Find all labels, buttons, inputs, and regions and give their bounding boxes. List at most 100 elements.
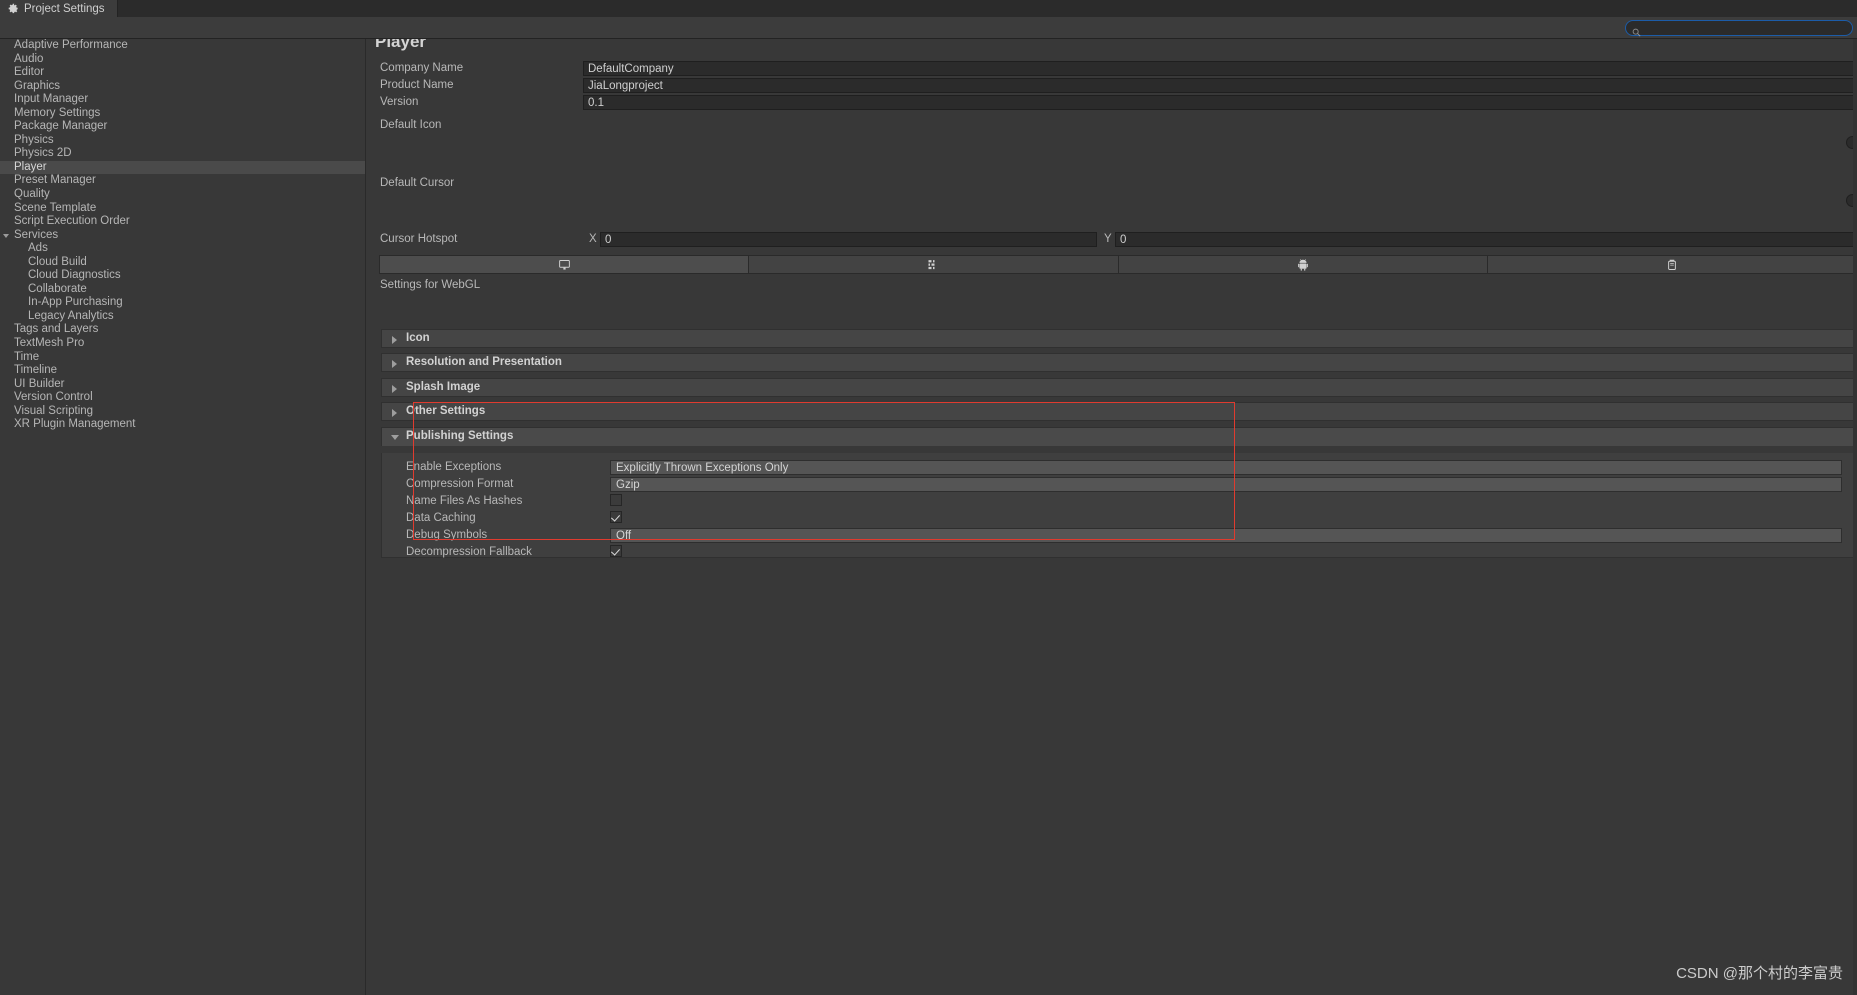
company-name-label: Company Name bbox=[380, 62, 463, 74]
sidebar-item-player[interactable]: Player bbox=[0, 161, 365, 175]
decompression-fallback-checkbox[interactable] bbox=[610, 545, 622, 557]
sidebar-item-label: Physics 2D bbox=[14, 147, 72, 159]
company-name-field[interactable]: DefaultCompany bbox=[583, 61, 1857, 76]
sidebar-item-adaptive-performance[interactable]: Adaptive Performance bbox=[0, 39, 365, 53]
data-caching-checkbox[interactable] bbox=[610, 511, 622, 523]
vertical-scrollbar[interactable] bbox=[1853, 39, 1857, 995]
sidebar-item-label: Visual Scripting bbox=[14, 405, 93, 417]
sidebar-item-label: Script Execution Order bbox=[14, 215, 130, 227]
sidebar-item-preset-manager[interactable]: Preset Manager bbox=[0, 174, 365, 188]
sidebar-item-editor[interactable]: Editor bbox=[0, 66, 365, 80]
platform-tab-strip[interactable] bbox=[379, 255, 1857, 274]
publishing-settings-body: Enable Exceptions Explicitly Thrown Excep… bbox=[381, 453, 1857, 558]
section-header-resolution-and-presentation[interactable]: Resolution and Presentation bbox=[381, 353, 1857, 372]
sidebar-item-tags-and-layers[interactable]: Tags and Layers bbox=[0, 323, 365, 337]
row-decompression-fallback: Decompression Fallback bbox=[382, 545, 1857, 562]
sidebar-item-label: Cloud Build bbox=[28, 256, 87, 268]
sidebar-item-memory-settings[interactable]: Memory Settings bbox=[0, 107, 365, 121]
sidebar-item-label: Services bbox=[14, 229, 58, 241]
section-header-other-settings[interactable]: Other Settings bbox=[381, 402, 1857, 421]
sidebar-item-ads[interactable]: Ads bbox=[0, 242, 365, 256]
section-header-label: Resolution and Presentation bbox=[406, 356, 562, 368]
section-header-label: Icon bbox=[406, 332, 430, 344]
sidebar-item-physics[interactable]: Physics bbox=[0, 134, 365, 148]
search-box[interactable] bbox=[1625, 20, 1853, 36]
cursor-hotspot-x-label: X bbox=[589, 233, 597, 245]
player-settings-panel: Player Company Name DefaultCompany Produ… bbox=[367, 39, 1857, 995]
platform-tab-ios[interactable] bbox=[1488, 256, 1856, 273]
default-icon-label: Default Icon bbox=[380, 119, 441, 131]
name-files-as-hashes-label: Name Files As Hashes bbox=[406, 495, 522, 507]
row-cursor-hotspot: Cursor Hotspot X 0 Y 0 bbox=[367, 232, 1857, 249]
row-compression-format: Compression FormatGzip bbox=[382, 477, 1857, 494]
sidebar-item-input-manager[interactable]: Input Manager bbox=[0, 93, 365, 107]
settings-toolbar bbox=[0, 17, 1857, 39]
row-product-name: Product Name JiaLongproject bbox=[367, 78, 1857, 95]
product-name-field[interactable]: JiaLongproject bbox=[583, 78, 1857, 93]
data-caching-label: Data Caching bbox=[406, 512, 476, 524]
sidebar-item-xr-plugin-management[interactable]: XR Plugin Management bbox=[0, 418, 365, 432]
section-header-publishing-settings[interactable]: Publishing Settings bbox=[381, 427, 1857, 446]
sidebar-item-in-app-purchasing[interactable]: In-App Purchasing bbox=[0, 296, 365, 310]
sidebar-item-label: TextMesh Pro bbox=[14, 337, 84, 349]
sidebar-item-collaborate[interactable]: Collaborate bbox=[0, 283, 365, 297]
sidebar-item-label: Memory Settings bbox=[14, 107, 100, 119]
sidebar-item-quality[interactable]: Quality bbox=[0, 188, 365, 202]
enable-exceptions-dropdown[interactable]: Explicitly Thrown Exceptions Only bbox=[610, 460, 1842, 475]
sidebar-item-time[interactable]: Time bbox=[0, 351, 365, 365]
debug-symbols-dropdown[interactable]: Off bbox=[610, 528, 1842, 543]
cursor-hotspot-y-field[interactable]: 0 bbox=[1115, 232, 1857, 247]
search-input[interactable] bbox=[1644, 22, 1834, 34]
sidebar-item-visual-scripting[interactable]: Visual Scripting bbox=[0, 405, 365, 419]
sidebar-item-legacy-analytics[interactable]: Legacy Analytics bbox=[0, 310, 365, 324]
chevron-down-icon[interactable] bbox=[3, 234, 9, 241]
sidebar-item-scene-template[interactable]: Scene Template bbox=[0, 202, 365, 216]
platform-tab-android[interactable] bbox=[1119, 256, 1488, 273]
row-default-cursor: Default Cursor bbox=[367, 176, 1857, 231]
sidebar-item-label: Cloud Diagnostics bbox=[28, 269, 121, 281]
chevron-right-icon[interactable] bbox=[392, 409, 397, 417]
sidebar-item-label: Tags and Layers bbox=[14, 323, 98, 335]
row-name-files-as-hashes: Name Files As Hashes bbox=[382, 494, 1857, 511]
sidebar-item-textmesh-pro[interactable]: TextMesh Pro bbox=[0, 337, 365, 351]
page-title: Player bbox=[375, 39, 426, 52]
row-version: Version 0.1 bbox=[367, 95, 1857, 112]
chevron-right-icon[interactable] bbox=[392, 360, 397, 368]
sidebar-item-label: Preset Manager bbox=[14, 174, 96, 186]
sidebar-item-graphics[interactable]: Graphics bbox=[0, 80, 365, 94]
chevron-right-icon[interactable] bbox=[392, 336, 397, 344]
tab-project-settings[interactable]: Project Settings bbox=[0, 0, 118, 17]
sidebar-item-ui-builder[interactable]: UI Builder bbox=[0, 378, 365, 392]
sidebar-item-timeline[interactable]: Timeline bbox=[0, 364, 365, 378]
sidebar-item-package-manager[interactable]: Package Manager bbox=[0, 120, 365, 134]
sidebar-item-cloud-diagnostics[interactable]: Cloud Diagnostics bbox=[0, 269, 365, 283]
sidebar-item-label: Graphics bbox=[14, 80, 60, 92]
sidebar-item-label: Ads bbox=[28, 242, 48, 254]
sidebar-item-label: In-App Purchasing bbox=[28, 296, 123, 308]
chevron-right-icon[interactable] bbox=[392, 385, 397, 393]
row-debug-symbols: Debug SymbolsOff bbox=[382, 528, 1857, 545]
section-header-splash-image[interactable]: Splash Image bbox=[381, 378, 1857, 397]
sidebar-item-label: Player bbox=[14, 161, 47, 173]
settings-for-label: Settings for WebGL bbox=[380, 279, 480, 291]
sidebar-item-physics-2d[interactable]: Physics 2D bbox=[0, 147, 365, 161]
sidebar-item-version-control[interactable]: Version Control bbox=[0, 391, 365, 405]
section-header-icon[interactable]: Icon bbox=[381, 329, 1857, 348]
sidebar-item-audio[interactable]: Audio bbox=[0, 53, 365, 67]
name-files-as-hashes-checkbox[interactable] bbox=[610, 494, 622, 506]
sidebar-item-label: Time bbox=[14, 351, 39, 363]
version-field[interactable]: 0.1 bbox=[583, 95, 1857, 110]
sidebar-item-label: Audio bbox=[14, 53, 43, 65]
settings-sidebar[interactable]: Adaptive PerformanceAudioEditorGraphicsI… bbox=[0, 39, 366, 995]
sidebar-item-services[interactable]: Services bbox=[0, 229, 365, 243]
chevron-down-icon[interactable] bbox=[391, 435, 399, 444]
enable-exceptions-label: Enable Exceptions bbox=[406, 461, 501, 473]
platform-tab-standalone[interactable] bbox=[380, 256, 749, 273]
platform-tab-webgl[interactable] bbox=[749, 256, 1118, 273]
sidebar-item-cloud-build[interactable]: Cloud Build bbox=[0, 256, 365, 270]
cursor-hotspot-label: Cursor Hotspot bbox=[380, 233, 457, 245]
compression-format-dropdown[interactable]: Gzip bbox=[610, 477, 1842, 492]
sidebar-item-script-execution-order[interactable]: Script Execution Order bbox=[0, 215, 365, 229]
tab-label: Project Settings bbox=[24, 3, 105, 15]
cursor-hotspot-x-field[interactable]: 0 bbox=[600, 232, 1097, 247]
